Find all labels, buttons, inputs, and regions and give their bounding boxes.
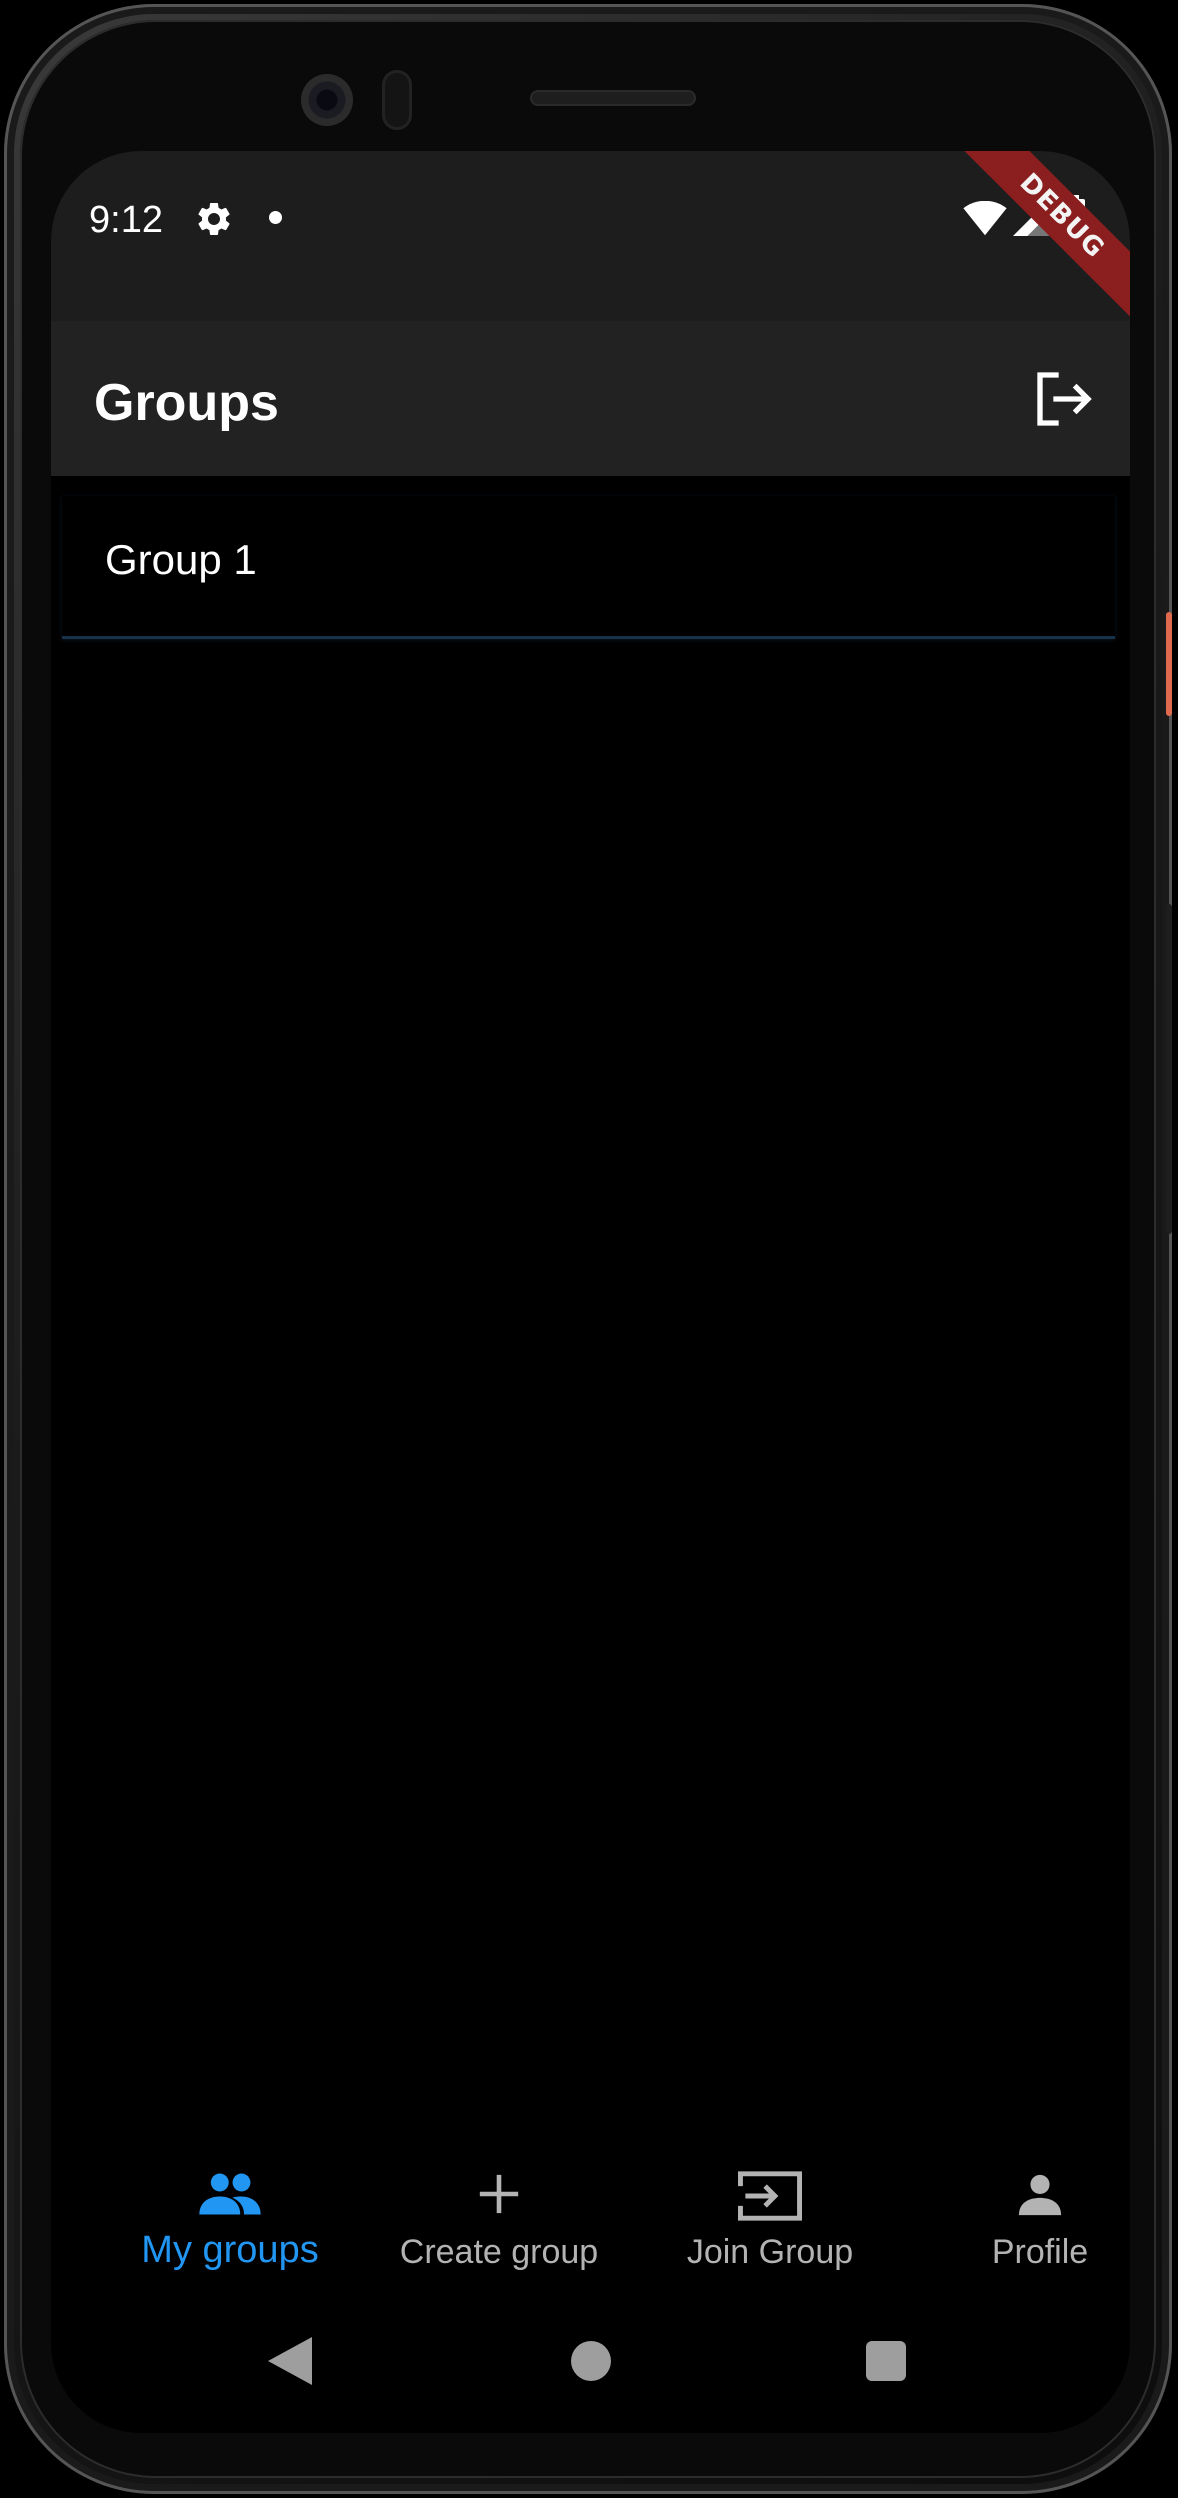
nav-join-group[interactable]: Join Group	[635, 2151, 905, 2281]
nav-create-group[interactable]: Create group	[364, 2151, 634, 2281]
nav-label-profile: Profile	[991, 2233, 1089, 2271]
recents-icon[interactable]	[866, 2341, 906, 2381]
device-frame: 9:12 DEBUG Groups Group 1 My groups Crea…	[4, 4, 1172, 2494]
wifi-icon	[963, 201, 1007, 236]
power-button	[1166, 612, 1172, 716]
debug-banner: DEBUG	[953, 151, 1130, 325]
nav-label-my-groups: My groups	[141, 2229, 319, 2271]
nav-my-groups[interactable]: My groups	[95, 2151, 365, 2281]
join-icon	[738, 2171, 802, 2221]
notification-dot-icon	[269, 211, 282, 224]
nav-label-join-group: Join Group	[686, 2233, 854, 2271]
system-navigation	[51, 2321, 1130, 2401]
bottom-navigation: My groups Create group Join Group Profil…	[51, 2151, 1130, 2281]
back-icon[interactable]	[268, 2337, 312, 2385]
groups-icon	[199, 2173, 261, 2215]
group-name: Group 1	[105, 536, 257, 583]
home-icon[interactable]	[571, 2341, 611, 2381]
screen: 9:12 DEBUG Groups Group 1 My groups Crea…	[51, 151, 1130, 2433]
front-camera	[301, 74, 353, 126]
app-bar: Groups	[51, 321, 1130, 476]
status-bar: 9:12 DEBUG	[51, 151, 1130, 325]
plus-icon	[479, 2174, 519, 2214]
gear-icon	[198, 203, 230, 235]
page-title: Groups	[94, 374, 279, 432]
logout-icon[interactable]	[1032, 367, 1096, 431]
person-icon	[1018, 2174, 1062, 2216]
volume-button	[1166, 904, 1172, 1234]
group-list-item[interactable]: Group 1	[62, 496, 1115, 639]
nav-label-create-group: Create group	[399, 2233, 599, 2271]
nav-profile[interactable]: Profile	[905, 2151, 1130, 2281]
proximity-sensor	[382, 70, 412, 130]
earpiece-speaker	[530, 90, 696, 106]
status-time: 9:12	[89, 199, 163, 241]
